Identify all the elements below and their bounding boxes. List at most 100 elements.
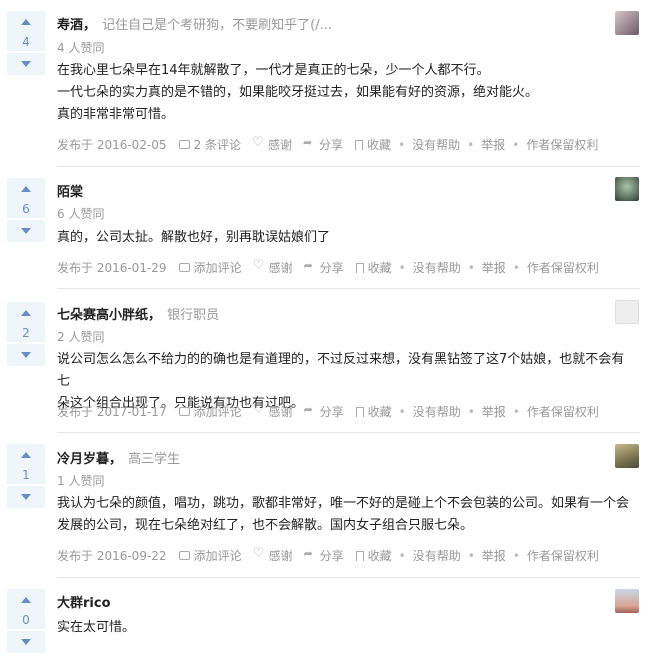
upvote-button[interactable] — [7, 444, 45, 466]
comment-button[interactable]: 添加评论 — [178, 547, 242, 564]
vote-count: 0 — [7, 611, 45, 629]
upvote-button[interactable] — [7, 178, 45, 200]
rights-text: 作者保留权利 — [526, 261, 599, 275]
author-line: 大群rico — [57, 592, 111, 611]
report-button[interactable]: 举报 — [482, 547, 506, 564]
publish-date[interactable]: 发布于 2017-01-17 — [57, 403, 167, 420]
unhelpful-button[interactable]: 没有帮助 — [413, 547, 461, 564]
content-line: 说公司怎么怎么不给力的的确也是有道理的，不过反过来想，没有黑钻签了这7个姑娘，也… — [57, 352, 625, 389]
downvote-button[interactable] — [7, 631, 45, 653]
collect-button[interactable]: 收藏 — [355, 136, 391, 153]
comment-icon — [178, 407, 190, 416]
up-arrow-icon — [21, 186, 31, 192]
comment-button[interactable]: 添加评论 — [178, 403, 242, 420]
author-bio: 高三学生 — [128, 452, 181, 467]
thanks-button[interactable]: 感谢 — [253, 402, 293, 420]
publish-date[interactable]: 发布于 2016-09-22 — [57, 547, 167, 564]
content-line: 在我心里七朵早在14年就解散了，一代才是真正的七朵，少一个人都不行。 — [57, 63, 490, 78]
likes-count: 6 人赞同 — [57, 207, 105, 221]
upvote-button[interactable] — [7, 589, 45, 611]
thanks-button[interactable]: 感谢 — [252, 135, 292, 153]
thanks-button[interactable]: 感谢 — [253, 258, 293, 276]
up-arrow-icon — [21, 19, 31, 25]
publish-date[interactable]: 发布于 2016-01-29 — [57, 259, 167, 276]
author-line: 冷月岁暮， 高三学生 — [57, 452, 181, 467]
author-name[interactable]: 寿酒 — [57, 18, 83, 33]
author-name[interactable]: 冷月岁暮 — [57, 452, 109, 467]
down-arrow-icon — [21, 61, 31, 67]
downvote-button[interactable] — [7, 220, 45, 242]
content-line: 实在太可惜。 — [57, 620, 136, 635]
unhelpful-button[interactable]: 没有帮助 — [413, 403, 461, 420]
collect-button[interactable]: 收藏 — [355, 547, 392, 564]
answer-meta: 发布于 2017-01-17 添加评论 感谢 分享 收藏 •没有帮助 •举报 •… — [57, 402, 599, 420]
report-button[interactable]: 举报 — [482, 259, 506, 276]
content-line: 一代七朵的实力真的是不错的，如果能咬牙挺过去，如果能有好的资源，绝对能火。 — [57, 85, 539, 100]
vote-count: 1 — [7, 466, 45, 484]
author-name[interactable]: 陌棠 — [57, 185, 83, 200]
content-line: 真的，公司太扯。解散也好，别再耽误姑娘们了 — [57, 230, 331, 245]
share-icon — [304, 547, 316, 561]
down-arrow-icon — [21, 352, 31, 358]
avatar[interactable] — [615, 11, 639, 35]
answer-content: 我认为七朵的颜值，唱功，跳功，歌都非常好，唯一不好的是碰上个不会包装的公司。如果… — [57, 493, 637, 537]
downvote-button[interactable] — [7, 344, 45, 366]
avatar[interactable] — [615, 300, 639, 324]
likes-count: 1 人赞同 — [57, 474, 105, 488]
thanks-button[interactable]: 感谢 — [253, 546, 293, 564]
comment-icon — [178, 551, 190, 560]
comment-button[interactable]: 2 条评论 — [178, 136, 241, 153]
divider — [57, 288, 640, 289]
answer-content: 在我心里七朵早在14年就解散了，一代才是真正的七朵，少一个人都不行。 一代七朵的… — [57, 60, 637, 126]
avatar[interactable] — [615, 589, 639, 613]
up-arrow-icon — [21, 452, 31, 458]
publish-date[interactable]: 发布于 2016-02-05 — [57, 136, 167, 153]
down-arrow-icon — [21, 639, 31, 645]
bookmark-icon — [355, 139, 364, 150]
rights-text: 作者保留权利 — [526, 549, 599, 563]
answer-content: 实在太可惜。 — [57, 617, 637, 639]
answer-meta: 发布于 2016-02-05 2 条评论 感谢 分享 收藏 •没有帮助 •举报 … — [57, 135, 599, 153]
heart-icon — [252, 135, 264, 150]
bookmark-icon — [355, 550, 364, 561]
rights-text: 作者保留权利 — [526, 138, 599, 152]
share-button[interactable]: 分享 — [304, 403, 344, 420]
avatar[interactable] — [615, 177, 639, 201]
upvote-button[interactable] — [7, 11, 45, 33]
author-bio: 银行职员 — [167, 308, 220, 323]
heart-icon — [253, 258, 265, 273]
divider — [57, 577, 640, 578]
bookmark-icon — [355, 262, 364, 273]
author-name[interactable]: 七朵赛高小胖纸 — [57, 308, 148, 323]
answer-meta: 发布于 2016-09-22 添加评论 感谢 分享 收藏 •没有帮助 •举报 •… — [57, 546, 599, 564]
share-button[interactable]: 分享 — [304, 259, 344, 276]
down-arrow-icon — [21, 494, 31, 500]
vote-count: 2 — [7, 324, 45, 342]
heart-icon — [253, 546, 265, 561]
author-bio: 记住自己是个考研狗，不要刷知乎了(/... — [102, 18, 333, 33]
downvote-button[interactable] — [7, 53, 45, 75]
share-button[interactable]: 分享 — [304, 547, 344, 564]
content-line: 我认为七朵的颜值，唱功，跳功，歌都非常好，唯一不好的是碰上个不会包装的公司。如果… — [57, 496, 630, 511]
up-arrow-icon — [21, 597, 31, 603]
divider — [57, 432, 640, 433]
answer-meta: 发布于 2016-01-29 添加评论 感谢 分享 收藏 •没有帮助 •举报 •… — [57, 258, 599, 276]
collect-button[interactable]: 收藏 — [355, 403, 392, 420]
unhelpful-button[interactable]: 没有帮助 — [412, 136, 460, 153]
vote-count: 4 — [7, 33, 45, 51]
unhelpful-button[interactable]: 没有帮助 — [413, 259, 461, 276]
content-line: 发展的公司，现在七朵绝对红了，也不会解散。国内女子组合只服七朵。 — [57, 518, 474, 533]
heart-icon — [253, 402, 265, 417]
rights-text: 作者保留权利 — [526, 405, 599, 419]
author-name[interactable]: 大群rico — [57, 596, 111, 611]
share-icon — [304, 259, 316, 273]
answer-content: 真的，公司太扯。解散也好，别再耽误姑娘们了 — [57, 227, 637, 249]
share-button[interactable]: 分享 — [303, 136, 343, 153]
comment-button[interactable]: 添加评论 — [178, 259, 242, 276]
downvote-button[interactable] — [7, 486, 45, 508]
report-button[interactable]: 举报 — [481, 136, 505, 153]
avatar[interactable] — [615, 444, 639, 468]
upvote-button[interactable] — [7, 302, 45, 324]
collect-button[interactable]: 收藏 — [355, 259, 392, 276]
report-button[interactable]: 举报 — [482, 403, 506, 420]
